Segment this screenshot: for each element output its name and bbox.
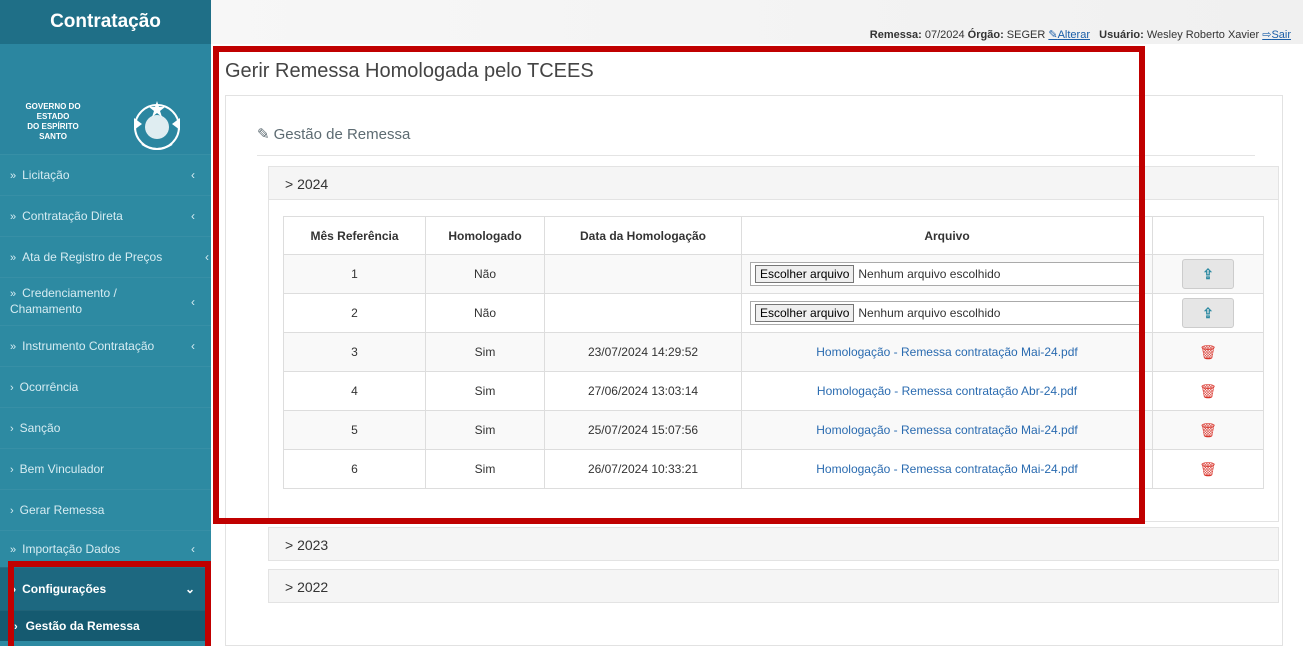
col-homologado: Homologado <box>425 216 545 255</box>
page-title: Gerir Remessa Homologada pelo TCEES <box>225 60 594 82</box>
nav-item-licitacao[interactable]: » Licitação ‹ <box>0 154 211 195</box>
nav-item-importacao-dados[interactable]: » Importação Dados ‹ <box>0 530 211 567</box>
chevron-left-icon: ‹ <box>191 339 195 353</box>
chevron-left-icon: ‹ <box>191 168 195 182</box>
homologation-file-link[interactable]: Homologação - Remessa contratação Abr-24… <box>817 384 1077 398</box>
col-mes-referencia: Mês Referência <box>283 216 426 255</box>
app-brand: Contratação <box>0 0 211 44</box>
year-2023-toggle[interactable]: > 2023 <box>268 527 1279 561</box>
year-2024-body: Mês Referência Homologado Data da Homolo… <box>268 200 1279 522</box>
government-name: GOVERNO DO ESTADO DO ESPÍRITO SANTO <box>25 102 81 141</box>
chevron-left-icon: ‹ <box>191 209 195 223</box>
file-input[interactable]: Escolher arquivo Nenhum arquivo escolhido <box>750 301 1144 325</box>
homologation-file-link[interactable]: Homologação - Remessa contratação Mai-24… <box>816 423 1077 437</box>
government-logo-area: GOVERNO DO ESTADO DO ESPÍRITO SANTO <box>0 44 211 154</box>
nav-subitem-gestao-remessa[interactable]: › Gestão da Remessa <box>0 610 211 641</box>
main-panel: ✎ Gestão de Remessa > 2024 Mês Referência… <box>225 95 1283 646</box>
sidebar: Contratação GOVERNO DO ESTADO DO ESPÍRIT… <box>0 0 211 646</box>
year-2024-toggle[interactable]: > 2024 <box>268 166 1279 200</box>
upload-button[interactable]: ⇪ <box>1182 298 1234 328</box>
chevron-right-icon: > <box>285 537 294 553</box>
pencil-icon: ✎ <box>1048 29 1058 41</box>
top-bar: Remessa: 07/2024 Órgão: SEGER ✎Alterar U… <box>211 0 1303 44</box>
nav-item-ata-registro-precos[interactable]: » Ata de Registro de Preços ‹ <box>0 236 211 277</box>
nav-item-configuracoes[interactable]: » Configurações ⌄ <box>0 567 211 610</box>
chevron-left-icon: ‹ <box>191 295 195 309</box>
nav-item-instrumento-contratacao[interactable]: » Instrumento Contratação ‹ <box>0 325 211 366</box>
choose-file-button[interactable]: Escolher arquivo <box>755 265 855 283</box>
orgao-value: SEGER <box>1006 29 1046 41</box>
trash-icon[interactable]: 🗑 <box>1199 383 1217 399</box>
panel-header: ✎ Gestão de Remessa <box>257 125 1255 156</box>
table-row: 6 Sim 26/07/2024 10:33:21 Homologação - … <box>283 449 1264 489</box>
sidebar-nav: » Licitação ‹ » Contratação Direta ‹ » Ata de… <box>0 154 211 641</box>
chevron-right-icon: > <box>285 579 294 595</box>
nav-item-gerar-remessa[interactable]: › Gerar Remessa <box>0 489 211 530</box>
chevron-right-icon: > <box>285 176 294 192</box>
chevron-down-icon: ⌄ <box>184 582 195 596</box>
table-row: 4 Sim 27/06/2024 13:03:14 Homologação - … <box>283 371 1264 411</box>
homologation-file-link[interactable]: Homologação - Remessa contratação Mai-24… <box>816 462 1077 476</box>
nav-item-sancao[interactable]: › Sanção <box>0 407 211 448</box>
remessa-table: Mês Referência Homologado Data da Homolo… <box>283 216 1264 489</box>
nav-item-ocorrencia[interactable]: › Ocorrência <box>0 366 211 407</box>
col-actions <box>1152 216 1264 255</box>
col-arquivo: Arquivo <box>741 216 1153 255</box>
nav-item-bem-vinculador[interactable]: › Bem Vinculador <box>0 448 211 489</box>
state-seal-icon <box>134 101 180 150</box>
homologation-file-link[interactable]: Homologação - Remessa contratação Mai-24… <box>816 345 1077 359</box>
trash-icon[interactable]: 🗑 <box>1199 422 1217 438</box>
table-row: 2 Não Escolher arquivo Nenhum arquivo esc… <box>283 293 1264 333</box>
trash-icon[interactable]: 🗑 <box>1199 344 1217 360</box>
alterar-link[interactable]: ✎Alterar <box>1048 29 1090 41</box>
file-input[interactable]: Escolher arquivo Nenhum arquivo escolhido <box>750 262 1144 286</box>
upload-icon: ⇪ <box>1202 305 1214 321</box>
table-row: 3 Sim 23/07/2024 14:29:52 Homologação - … <box>283 332 1264 372</box>
nav-item-credenciamento[interactable]: » Credenciamento / Chamamento ‹ <box>0 277 211 325</box>
nav-item-contratacao-direta[interactable]: » Contratação Direta ‹ <box>0 195 211 236</box>
upload-button[interactable]: ⇪ <box>1182 259 1234 289</box>
edit-icon: ✎ <box>257 126 270 143</box>
remessa-value: 07/2024 <box>924 29 965 41</box>
chevron-left-icon: ‹ <box>191 542 195 556</box>
usuario-value: Wesley Roberto Xavier <box>1146 29 1260 41</box>
logout-link[interactable]: ⇨Sair <box>1262 29 1291 41</box>
table-row: 1 Não Escolher arquivo Nenhum arquivo esc… <box>283 254 1264 294</box>
year-2022-toggle[interactable]: > 2022 <box>268 569 1279 603</box>
chevron-left-icon: ‹ <box>205 250 209 264</box>
upload-icon: ⇪ <box>1202 266 1214 282</box>
trash-icon[interactable]: 🗑 <box>1199 461 1217 477</box>
table-row: 5 Sim 25/07/2024 15:07:56 Homologação - … <box>283 410 1264 450</box>
choose-file-button[interactable]: Escolher arquivo <box>755 304 855 322</box>
col-data-homologacao: Data da Homologação <box>544 216 742 255</box>
